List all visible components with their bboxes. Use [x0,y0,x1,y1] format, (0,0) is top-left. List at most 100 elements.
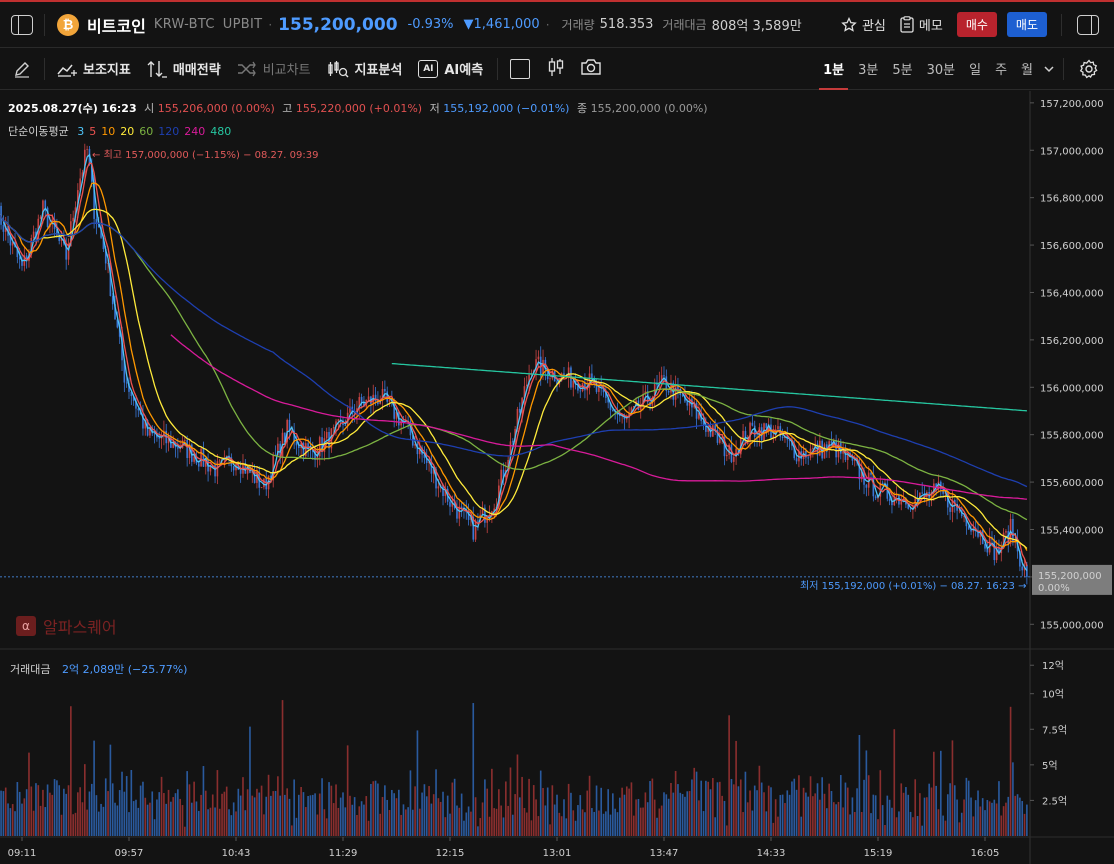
indicators-button[interactable]: 보조지표 [57,59,131,78]
chart-toolbar: 보조지표 매매전략 비교차트 지표분석 AI AI예측 1분 3분 5분 30분 일 주 월 [0,48,1114,90]
ohlc-close-label: 종 [576,102,588,115]
volume-bar [200,794,202,836]
volume-bar [211,794,214,836]
candle-body [537,356,540,360]
volume-bar [344,807,347,836]
timeframe-tab[interactable]: 주 [991,59,1011,78]
price-chart[interactable]: 157,200,000 157,000,000 156,800,000 156,600… [0,91,1114,864]
candle-body [344,425,347,426]
sell-button[interactable]: 매도 [1006,12,1047,37]
candle-body [263,478,265,488]
analysis-button[interactable]: 지표분석 [327,59,402,78]
volume-bar [379,813,382,836]
candle-body [732,456,735,462]
layout-square-button[interactable] [510,58,531,79]
volume-bar [553,804,556,836]
volume-bar [177,789,179,836]
candle-body [72,217,74,222]
volume-bar [104,778,107,836]
favorite-label: 관심 [861,19,886,34]
candle-body [742,430,744,438]
volume-bar [746,802,749,836]
memo-button[interactable]: 메모 [900,15,943,34]
compare-label: 비교차트 [262,63,311,78]
low-price-marker: 최저 155,192,000 (+0.01%) − 08.27. 16:23 → [800,577,1026,592]
ma-legend-items: 3 5 10 20 60 120 240 480 [72,125,231,138]
volume-bar [79,787,81,836]
settings-button[interactable] [1064,58,1114,79]
right-panel-toggle[interactable] [1062,14,1114,35]
volume-bar [1002,806,1005,836]
volume-bar [939,750,942,836]
volume-bar [923,797,926,836]
volume-bar [735,740,737,836]
left-panel-toggle[interactable] [0,14,44,35]
volume-bar [500,805,502,836]
volume-bar [395,798,398,836]
price-tick-label: 156,600,000 [1040,241,1104,252]
volume-bar [625,786,628,836]
volume-bar [1019,797,1021,836]
volume-bar [386,799,389,836]
timeframe-tab[interactable]: 1분 [819,59,849,90]
timeframe-dropdown[interactable] [1043,59,1055,78]
volume-bar [509,767,512,836]
volume-bar [28,752,30,836]
volume-bar [872,794,875,836]
timeframe-tab[interactable]: 30분 [923,59,960,78]
volume-bar [377,783,379,836]
favorite-button[interactable]: 관심 [841,15,886,34]
volume-bar [430,803,433,836]
buy-button[interactable]: 매수 [956,12,997,37]
volume-bar [77,792,79,836]
volume-bar [593,811,596,836]
volume-bar [960,812,963,836]
timeframe-tab[interactable]: 3분 [854,59,882,78]
volume-bar [132,801,135,836]
timeframe-tab[interactable]: 일 [965,59,985,78]
volume-bar [335,784,337,836]
strategy-button[interactable]: 매매전략 [147,59,221,78]
candle-body [337,419,340,422]
volume-bar [284,794,286,836]
ticker-info[interactable]: ₿ 비트코인 KRW-BTC UPBIT [57,13,262,37]
drawing-tool-button[interactable] [0,60,44,78]
volume-bar [202,766,205,836]
volume-bar [898,811,900,836]
volume-bar [651,778,654,836]
volume-bar [921,825,924,836]
shuffle-icon [237,61,256,76]
ma-legend[interactable]: 단순이동평균 3 5 10 20 60 120 240 480 [8,123,231,139]
candle-body [260,487,263,488]
volume-bar [190,802,193,836]
timeframe-tab[interactable]: 5분 [888,59,916,78]
timeframe-tab[interactable]: 월 [1017,59,1037,78]
volume-bar [218,808,221,836]
volume-bar [581,809,584,836]
volume-bar [600,787,603,836]
volume-bar [481,802,484,836]
volume-bar [237,788,240,836]
watermark-text: 알파스퀘어 [43,618,117,637]
volume-bar [309,795,312,836]
price-tick-label: 156,000,000 [1040,383,1104,394]
ai-predict-button[interactable]: AI AI예측 [418,59,483,78]
volume-bar [716,782,719,836]
volume-bar [9,808,12,836]
volume-bar [358,806,361,836]
volume-bar [137,807,140,836]
volume-bar [821,777,823,836]
volume-bar [719,781,721,836]
screenshot-button[interactable] [580,58,602,80]
volume-bar [279,795,282,836]
volume-bar [21,803,23,836]
volume-bar [812,796,814,836]
volume-bar [965,777,968,836]
candle-icon [549,57,564,76]
compare-chart-button[interactable]: 비교차트 [237,59,311,78]
volume-bar [253,797,256,836]
volume-bar [130,769,133,836]
volume-bar [293,779,295,836]
candle-body [765,423,768,428]
chart-type-button[interactable] [546,57,566,81]
